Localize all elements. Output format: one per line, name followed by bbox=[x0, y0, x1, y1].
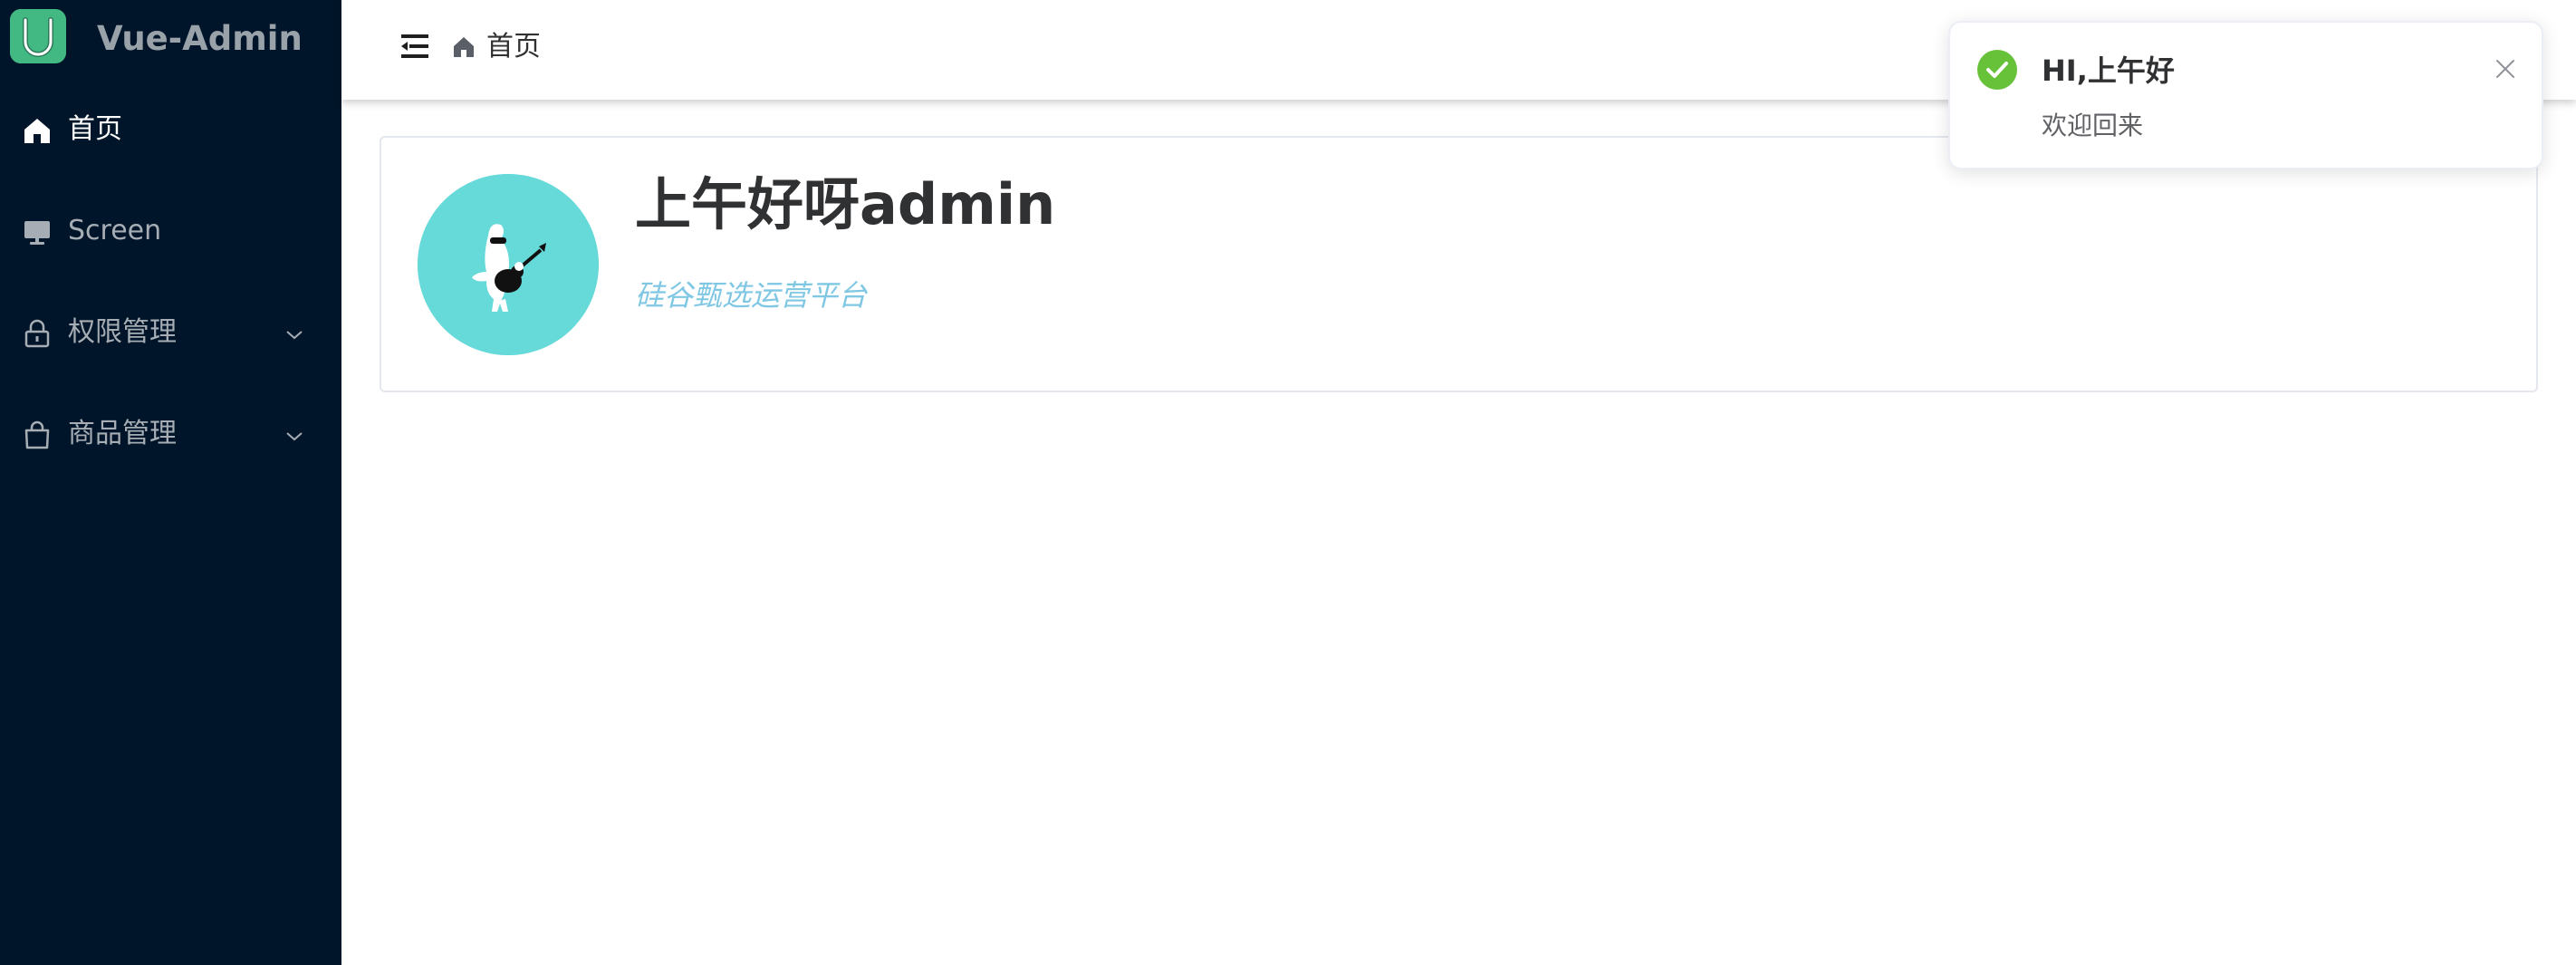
fold-menu-icon[interactable] bbox=[399, 31, 430, 62]
sidebar-item-label: 权限管理 bbox=[68, 316, 177, 348]
sidebar-item-screen[interactable]: Screen bbox=[0, 183, 341, 285]
brand: Vue-Admin bbox=[0, 0, 341, 76]
sidebar-item-label: Screen bbox=[68, 215, 162, 246]
monitor-icon bbox=[22, 217, 53, 247]
sidebar-item-label: 商品管理 bbox=[68, 418, 177, 449]
brand-title: Vue-Admin bbox=[97, 19, 303, 58]
avatar bbox=[418, 174, 599, 355]
close-icon[interactable] bbox=[2494, 57, 2517, 81]
sidebar-item-label: 首页 bbox=[68, 113, 122, 145]
vue-logo-icon bbox=[10, 9, 66, 63]
success-notification: HI,上午好 欢迎回来 bbox=[1948, 21, 2543, 169]
welcome-card: 上午好呀admin 硅谷甄选运营平台 bbox=[380, 136, 2538, 392]
home-icon bbox=[452, 35, 476, 59]
home-icon bbox=[22, 115, 53, 146]
platform-subtitle: 硅谷甄选运营平台 bbox=[635, 278, 868, 313]
check-circle-icon bbox=[1977, 50, 2017, 90]
shopping-bag-icon bbox=[22, 420, 53, 450]
sidebar-item-home[interactable]: 首页 bbox=[0, 82, 341, 183]
sidebar-item-product[interactable]: 商品管理 bbox=[0, 386, 341, 487]
sidebar-item-permission[interactable]: 权限管理 bbox=[0, 285, 341, 386]
sidebar: Vue-Admin 首页 Screen 权限管理 商品管理 bbox=[0, 0, 341, 965]
breadcrumb[interactable]: 首页 bbox=[486, 29, 541, 65]
notification-message: 欢迎回来 bbox=[2042, 111, 2144, 140]
chevron-down-icon bbox=[284, 425, 305, 447]
greeting-title: 上午好呀admin bbox=[635, 171, 1056, 237]
chevron-down-icon bbox=[284, 323, 305, 345]
notification-title: HI,上午好 bbox=[2042, 53, 2175, 88]
lock-icon bbox=[22, 318, 53, 349]
